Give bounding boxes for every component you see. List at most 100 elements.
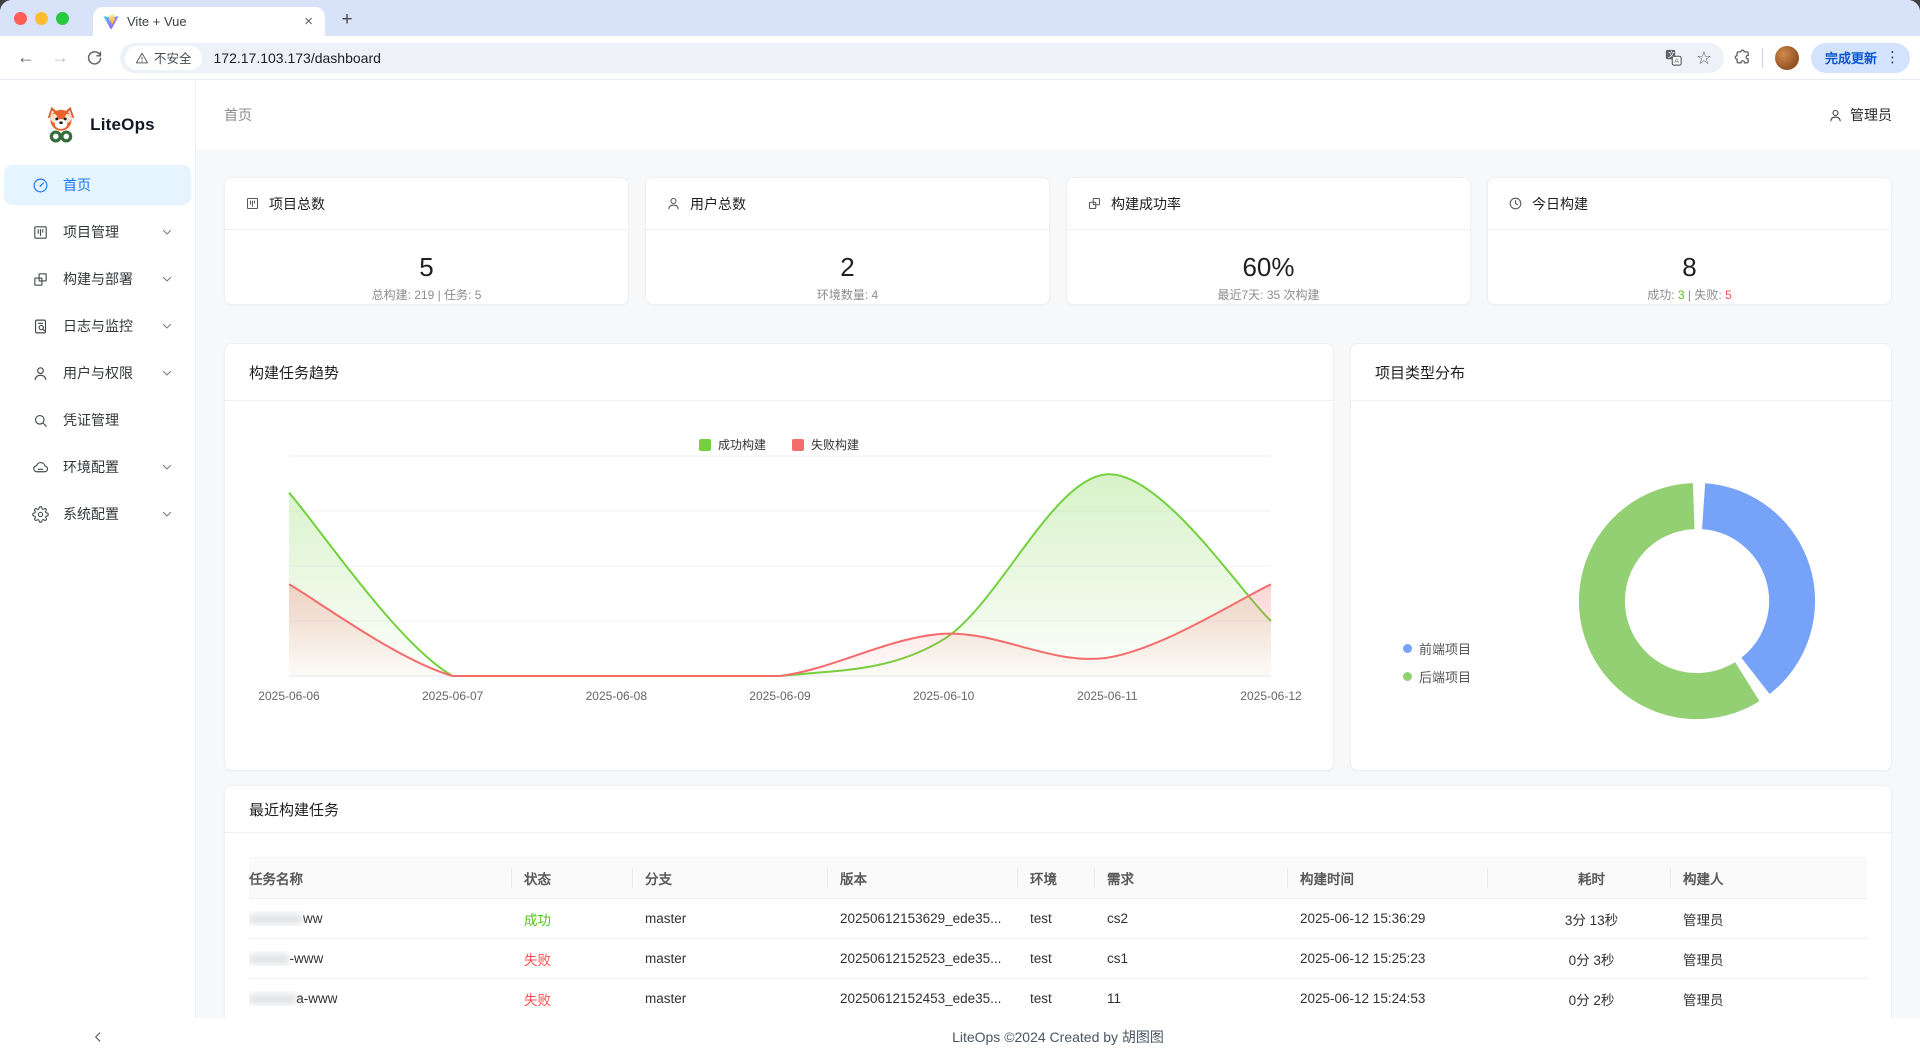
stat-title: 构建成功率 <box>1111 194 1181 214</box>
forward-button[interactable]: → <box>46 44 74 72</box>
stat-card-projects: 项目总数 5 总构建: 219 | 任务: 5 <box>224 177 629 305</box>
browser-window: Vite + Vue × + ← → <box>0 0 1920 1055</box>
stat-value: 60% <box>1067 250 1470 284</box>
duration-cell: 0分 2秒 <box>1500 989 1683 1009</box>
table-row[interactable]: xxxxxxxa-www 失败 master 20250612152453_ed… <box>249 979 1867 1018</box>
env-cell: test <box>1030 991 1107 1006</box>
sidebar-item-system-config[interactable]: 系统配置 <box>4 494 191 534</box>
close-window-button[interactable] <box>14 12 27 25</box>
tab-title: Vite + Vue <box>127 14 300 29</box>
chrome-update-button[interactable]: 完成更新 ⋮ <box>1811 43 1910 73</box>
duration-cell: 3分 13秒 <box>1500 909 1683 929</box>
app-logo[interactable]: LiteOps <box>0 90 195 160</box>
requirement-cell: 11 <box>1107 991 1300 1006</box>
stat-card-users: 用户总数 2 环境数量: 4 <box>645 177 1050 305</box>
translate-icon[interactable]: 文 A <box>1665 49 1682 66</box>
tab-strip: Vite + Vue × + <box>0 0 1920 36</box>
chevron-down-icon <box>161 226 173 238</box>
sidebar-item-label: 用户与权限 <box>63 363 133 383</box>
sidebar-collapse-button[interactable] <box>0 1030 196 1044</box>
chevron-down-icon <box>161 273 173 285</box>
profile-avatar[interactable] <box>1775 46 1799 70</box>
sidebar-item-logs-monitoring[interactable]: 日志与监控 <box>4 306 191 346</box>
minimize-window-button[interactable] <box>35 12 48 25</box>
branch-cell: master <box>645 991 840 1006</box>
extensions-icon[interactable] <box>1732 49 1750 67</box>
status-badge: 成功 <box>524 909 645 929</box>
svg-text:2025-06-09: 2025-06-09 <box>749 689 811 703</box>
maximize-window-button[interactable] <box>56 12 69 25</box>
svg-text:2025-06-07: 2025-06-07 <box>422 689 484 703</box>
browser-chrome: Vite + Vue × + ← → <box>0 0 1920 80</box>
success-count: 3 <box>1678 288 1685 302</box>
env-cell: test <box>1030 911 1107 926</box>
builder-cell: 管理员 <box>1683 949 1867 969</box>
stat-card-success-rate: 构建成功率 60% 最近7天: 35 次构建 <box>1066 177 1471 305</box>
chevron-down-icon <box>161 320 173 332</box>
stat-value: 8 <box>1488 250 1891 284</box>
sidebar-item-build-deploy[interactable]: 构建与部署 <box>4 259 191 299</box>
sidebar-item-label: 日志与监控 <box>63 316 133 336</box>
project-icon <box>32 224 49 241</box>
browser-toolbar: ← → 不安全 172.17.103.173/dashboard <box>0 36 1920 80</box>
svg-text:2025-06-11: 2025-06-11 <box>1077 689 1138 703</box>
column-header: 任务名称 <box>249 857 524 899</box>
clock-icon <box>1508 196 1523 211</box>
env-cell: test <box>1030 951 1107 966</box>
status-badge: 失败 <box>524 989 645 1009</box>
user-name: 管理员 <box>1850 105 1892 125</box>
sidebar-item-projects[interactable]: 项目管理 <box>4 212 191 252</box>
stat-value: 5 <box>225 250 628 284</box>
new-tab-button[interactable]: + <box>333 6 361 34</box>
browser-tab[interactable]: Vite + Vue × <box>93 7 325 36</box>
sidebar-menu: 首页 项目管理 构建与部署 日志与监控 <box>0 165 195 534</box>
column-header: 环境 <box>1030 857 1107 899</box>
requirement-cell: cs1 <box>1107 951 1300 966</box>
log-monitor-icon <box>32 318 49 335</box>
url-text: 172.17.103.173/dashboard <box>214 50 1665 66</box>
user-permission-icon <box>32 365 49 382</box>
warning-icon <box>135 51 149 65</box>
sidebar-item-environment[interactable]: 环境配置 <box>4 447 191 487</box>
chevron-left-icon <box>91 1030 105 1044</box>
status-badge: 失败 <box>524 949 645 969</box>
sidebar-item-users-permissions[interactable]: 用户与权限 <box>4 353 191 393</box>
build-deploy-icon <box>32 271 49 288</box>
stat-subtitle: 最近7天: 35 次构建 <box>1067 287 1470 304</box>
sidebar-item-label: 构建与部署 <box>63 269 133 289</box>
stat-title: 用户总数 <box>690 194 746 214</box>
donut-chart <box>1351 428 1891 769</box>
user-menu[interactable]: 管理员 <box>1828 105 1892 125</box>
security-chip[interactable]: 不安全 <box>125 46 202 70</box>
sidebar-item-label: 系统配置 <box>63 504 119 524</box>
security-label: 不安全 <box>154 48 192 67</box>
table-header-row: 任务名称 状态 分支 版本 环境 需求 构建时间 耗时 构建人 <box>249 857 1867 899</box>
svg-text:2025-06-12: 2025-06-12 <box>1240 689 1302 703</box>
sidebar-item-label: 凭证管理 <box>63 410 119 430</box>
stat-title: 项目总数 <box>269 194 325 214</box>
table-title: 最近构建任务 <box>249 799 339 820</box>
branch-cell: master <box>645 911 840 926</box>
user-icon <box>666 196 681 211</box>
sidebar-item-credentials[interactable]: 凭证管理 <box>4 400 191 440</box>
kebab-menu-icon[interactable]: ⋮ <box>1885 50 1900 65</box>
column-header: 状态 <box>524 857 645 899</box>
builder-cell: 管理员 <box>1683 989 1867 1009</box>
sidebar: LiteOps 首页 项目管理 构建与部署 <box>0 80 196 1018</box>
trend-line-chart: 2025-06-062025-06-072025-06-082025-06-09… <box>225 428 1333 769</box>
bookmark-star-icon[interactable]: ☆ <box>1696 49 1712 67</box>
reload-button[interactable] <box>80 44 108 72</box>
chart-title: 构建任务趋势 <box>249 362 339 383</box>
back-button[interactable]: ← <box>12 44 40 72</box>
task-name-cell: xxxxxxxa-www <box>249 991 524 1006</box>
column-header: 耗时 <box>1500 857 1683 899</box>
footer-text: LiteOps ©2024 Created by 胡图图 <box>196 1027 1920 1047</box>
address-bar[interactable]: 不安全 172.17.103.173/dashboard 文 A ☆ <box>120 43 1724 73</box>
sidebar-item-home[interactable]: 首页 <box>4 165 191 205</box>
table-row[interactable]: xxxxxxxxww 成功 master 20250612153629_ede3… <box>249 899 1867 939</box>
stat-card-today-builds: 今日构建 8 成功: 3 | 失败: 5 <box>1487 177 1892 305</box>
tab-close-icon[interactable]: × <box>300 14 317 29</box>
table-row[interactable]: xxxxxx-www 失败 master 20250612152523_ede3… <box>249 939 1867 979</box>
vite-favicon-icon <box>103 14 119 30</box>
credential-icon <box>32 412 49 429</box>
